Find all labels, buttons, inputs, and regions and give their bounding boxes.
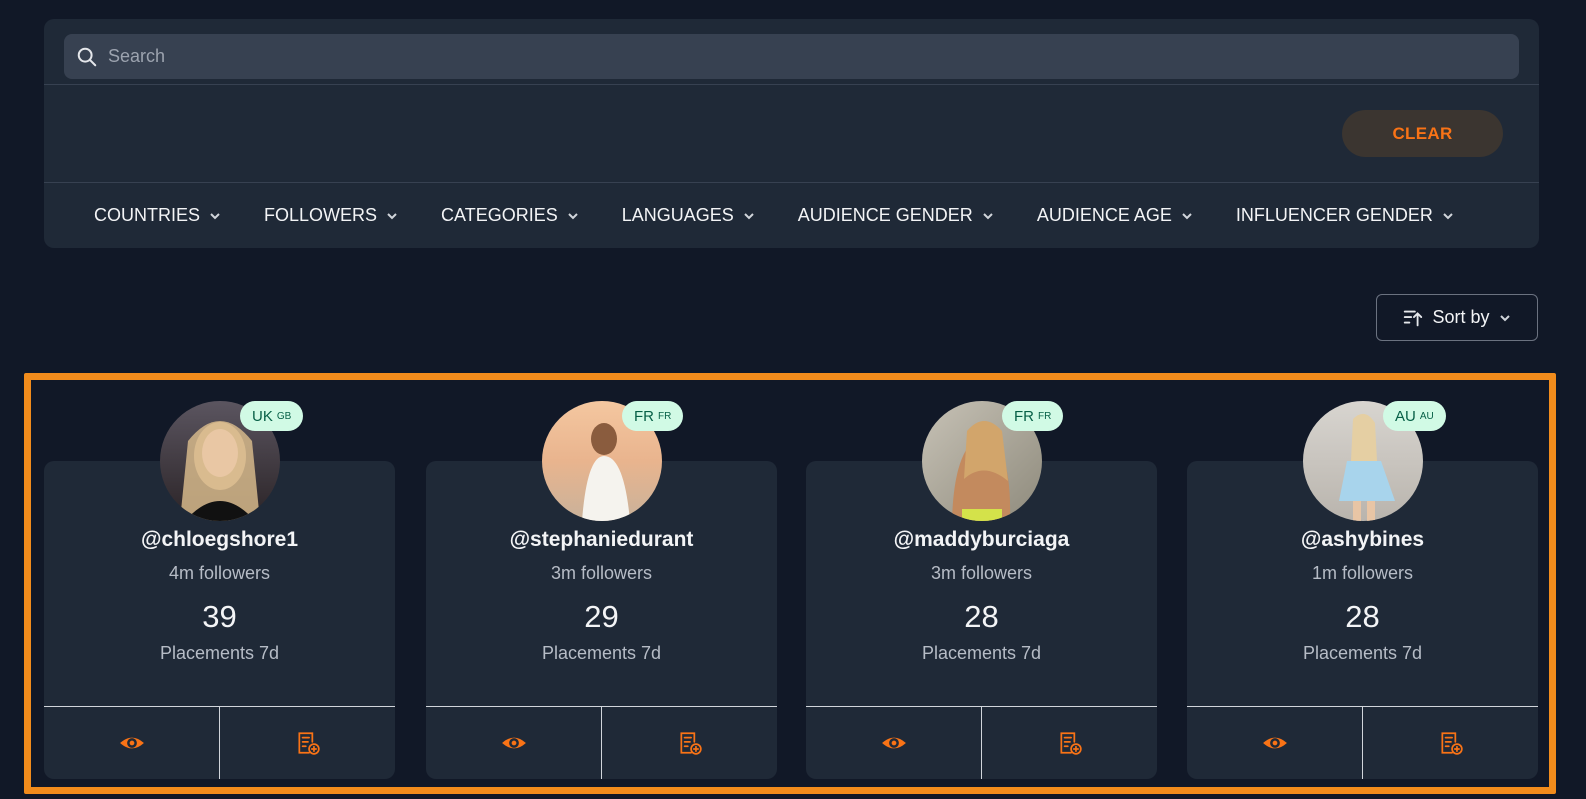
country-label: AU bbox=[1395, 407, 1416, 425]
follower-count: 1m followers bbox=[1311, 563, 1414, 583]
influencer-handle: @chloegshore1 bbox=[140, 528, 299, 551]
influencer-handle: @ashybines bbox=[1300, 528, 1425, 551]
country-badge: UK GB bbox=[240, 401, 304, 431]
placements-label: Placements 7d bbox=[921, 643, 1042, 663]
follower-count: 3m followers bbox=[550, 563, 653, 583]
filter-influencer-gender[interactable]: INFLUENCER GENDER bbox=[1236, 205, 1455, 226]
filter-categories[interactable]: CATEGORIES bbox=[441, 205, 580, 226]
country-label: UK bbox=[252, 407, 273, 425]
influencer-card[interactable]: AU AU @ashybines 1m followers 28 Placeme… bbox=[1187, 401, 1538, 779]
placements-count: 28 bbox=[964, 599, 999, 634]
country-label: FR bbox=[1014, 407, 1034, 425]
filter-languages[interactable]: LANGUAGES bbox=[622, 205, 756, 226]
follower-count: 3m followers bbox=[930, 563, 1033, 583]
country-code: AU bbox=[1419, 410, 1434, 422]
chevron-down-icon bbox=[210, 212, 220, 219]
country-badge: FR FR bbox=[622, 401, 684, 431]
card-actions bbox=[1187, 706, 1538, 779]
chevron-down-icon bbox=[1499, 314, 1510, 321]
chevron-down-icon bbox=[387, 212, 397, 219]
filter-label: CATEGORIES bbox=[441, 205, 558, 225]
add-to-list-icon bbox=[1440, 732, 1463, 755]
eye-icon bbox=[119, 737, 144, 749]
divider bbox=[44, 84, 1539, 85]
influencer-card[interactable]: UK GB @chloegshore1 4m followers 39 Plac… bbox=[44, 401, 395, 779]
influencer-card[interactable]: FR FR @maddyburciaga 3m followers 28 Pla… bbox=[806, 401, 1157, 779]
placements-label: Placements 7d bbox=[541, 643, 662, 663]
placements-count: 29 bbox=[584, 599, 619, 634]
view-button[interactable] bbox=[44, 707, 219, 779]
add-to-list-icon bbox=[297, 732, 320, 755]
country-badge: AU AU bbox=[1383, 401, 1446, 431]
chevron-down-icon bbox=[1182, 212, 1192, 219]
filter-label: LANGUAGES bbox=[621, 205, 734, 225]
filter-label: INFLUENCER GENDER bbox=[1235, 205, 1433, 225]
search-icon bbox=[77, 47, 97, 66]
add-to-list-button[interactable] bbox=[981, 707, 1157, 779]
sort-button[interactable]: Sort by bbox=[1376, 294, 1538, 341]
view-button[interactable] bbox=[426, 707, 601, 779]
country-code: FR bbox=[658, 410, 672, 422]
search-bar[interactable] bbox=[64, 34, 1519, 79]
filter-label: AUDIENCE AGE bbox=[1036, 205, 1172, 225]
clear-button[interactable]: CLEAR bbox=[1342, 110, 1503, 157]
filter-followers[interactable]: FOLLOWERS bbox=[264, 205, 399, 226]
filter-label: AUDIENCE GENDER bbox=[797, 205, 973, 225]
chevron-down-icon bbox=[983, 212, 993, 219]
add-to-list-button[interactable] bbox=[1362, 707, 1538, 779]
country-code: FR bbox=[1038, 410, 1052, 422]
sort-icon bbox=[1404, 310, 1423, 326]
filter-label: COUNTRIES bbox=[94, 205, 201, 225]
add-to-list-icon bbox=[679, 732, 702, 755]
influencer-handle: @stephaniedurant bbox=[509, 528, 694, 551]
eye-icon bbox=[1262, 737, 1287, 749]
placements-count: 39 bbox=[202, 599, 237, 634]
card-actions bbox=[426, 706, 777, 779]
filter-audience-gender[interactable]: AUDIENCE GENDER bbox=[798, 205, 995, 226]
influencer-card[interactable]: FR FR @stephaniedurant 3m followers 29 P… bbox=[426, 401, 777, 779]
filter-bar: COUNTRIES FOLLOWERS CATEGORIES LANGUAGES… bbox=[94, 183, 1497, 248]
eye-icon bbox=[501, 737, 526, 749]
view-button[interactable] bbox=[1187, 707, 1362, 779]
chevron-down-icon bbox=[568, 212, 578, 219]
filter-countries[interactable]: COUNTRIES bbox=[94, 205, 222, 226]
eye-icon bbox=[881, 737, 906, 749]
country-code: GB bbox=[276, 410, 292, 422]
search-input[interactable] bbox=[108, 46, 1519, 67]
view-button[interactable] bbox=[806, 707, 981, 779]
chevron-down-icon bbox=[1443, 212, 1453, 219]
country-label: FR bbox=[634, 407, 654, 425]
placements-label: Placements 7d bbox=[1302, 643, 1423, 663]
add-to-list-icon bbox=[1059, 732, 1082, 755]
country-badge: FR FR bbox=[1002, 401, 1064, 431]
placements-count: 28 bbox=[1345, 599, 1380, 634]
chevron-down-icon bbox=[744, 212, 754, 219]
sort-label: Sort by bbox=[1432, 307, 1490, 327]
add-to-list-button[interactable] bbox=[219, 707, 395, 779]
filter-label: FOLLOWERS bbox=[264, 205, 378, 225]
card-actions bbox=[806, 706, 1157, 779]
follower-count: 4m followers bbox=[168, 563, 271, 583]
add-to-list-button[interactable] bbox=[601, 707, 777, 779]
filter-panel: CLEAR COUNTRIES FOLLOWERS CATEGORIES LAN… bbox=[44, 19, 1539, 248]
card-actions bbox=[44, 706, 395, 779]
influencer-handle: @maddyburciaga bbox=[893, 528, 1070, 551]
filter-audience-age[interactable]: AUDIENCE AGE bbox=[1037, 205, 1194, 226]
placements-label: Placements 7d bbox=[159, 643, 280, 663]
